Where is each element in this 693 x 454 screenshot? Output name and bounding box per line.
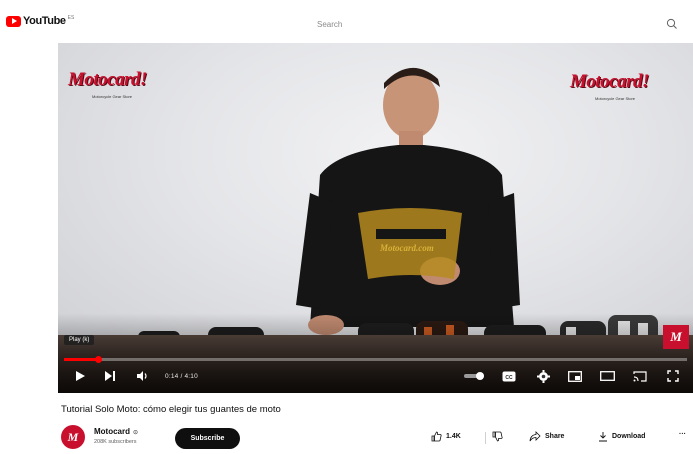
subscriber-count: 208K subscribers	[94, 439, 137, 445]
thumbs-down-icon	[492, 431, 503, 442]
brand-logo-right: Motocard!	[570, 71, 649, 92]
video-title: Tutorial Solo Moto: cómo elegir tus guan…	[61, 404, 281, 415]
progress-played	[64, 358, 99, 361]
fullscreen-icon	[667, 370, 679, 382]
play-button[interactable]	[72, 368, 88, 384]
share-label: Share	[545, 433, 565, 440]
theater-icon	[599, 371, 615, 381]
brand-tagline-right: Motorcycle Gear Store	[595, 96, 636, 101]
search-input[interactable]: Search	[317, 20, 342, 29]
autoplay-toggle-icon	[464, 372, 484, 380]
channel-watermark[interactable]: M	[663, 325, 689, 349]
captions-icon: CC	[502, 371, 516, 381]
more-icon: ···	[679, 431, 686, 438]
play-icon	[76, 371, 85, 381]
settings-button[interactable]	[534, 368, 552, 384]
theater-button[interactable]	[598, 368, 616, 384]
region-code: ES	[67, 14, 75, 21]
svg-text:CC: CC	[505, 374, 513, 380]
download-button[interactable]: Download	[598, 431, 645, 442]
like-divider	[485, 432, 486, 444]
video-player[interactable]: Motocard! Motorcycle Gear Store Motocard…	[58, 43, 693, 393]
time-display: 0:14 / 4:10	[165, 373, 198, 380]
verified-icon: ⊙	[133, 430, 139, 436]
next-icon	[105, 371, 115, 381]
channel-name[interactable]: Motocard	[94, 427, 130, 436]
youtube-logo[interactable]: YouTube ES	[6, 15, 74, 27]
youtube-watch-page: YouTube ES Search Motocard! Motorcycle G…	[0, 0, 693, 454]
share-button[interactable]: Share	[529, 431, 564, 442]
download-label: Download	[612, 433, 646, 440]
play-tooltip: Play (k)	[64, 335, 95, 345]
search-icon[interactable]	[665, 17, 679, 31]
dislike-button[interactable]	[492, 431, 507, 442]
download-icon	[599, 432, 607, 442]
brand-tagline-left: Motorcycle Gear Store	[92, 94, 133, 99]
youtube-play-icon	[6, 15, 21, 27]
channel-name-row: Motocard ⊙	[94, 427, 138, 436]
cast-icon	[633, 370, 647, 382]
captions-button[interactable]: CC	[500, 368, 518, 384]
brand-logo-left: Motocard!	[68, 69, 147, 90]
top-bar: YouTube ES Search	[0, 0, 693, 42]
shirt-print-text: Motocard.com	[380, 243, 434, 253]
mute-button[interactable]	[134, 368, 150, 384]
share-icon	[529, 431, 541, 442]
next-button[interactable]	[102, 368, 118, 384]
more-actions-button[interactable]: ···	[679, 431, 686, 438]
like-button[interactable]: 1.4K	[431, 431, 461, 442]
search-box[interactable]: Search	[304, 15, 679, 33]
like-count: 1.4K	[446, 433, 461, 440]
logo-text: YouTube	[23, 15, 66, 27]
subscribe-button[interactable]: Subscribe	[175, 428, 240, 449]
progress-bar[interactable]	[64, 356, 687, 363]
miniplayer-button[interactable]	[566, 368, 584, 384]
volume-icon	[136, 371, 147, 381]
miniplayer-icon	[568, 370, 582, 382]
settings-icon	[536, 369, 550, 383]
channel-avatar[interactable]: M	[61, 425, 85, 449]
channel-actions-row: M Motocard ⊙ 208K subscribers Subscribe 1…	[61, 423, 693, 451]
thumbs-up-icon	[431, 431, 442, 442]
cast-button[interactable]	[631, 368, 649, 384]
autoplay-toggle[interactable]	[462, 368, 488, 384]
video-frame: Motocard! Motorcycle Gear Store Motocard…	[58, 43, 693, 355]
fullscreen-button[interactable]	[664, 368, 682, 384]
